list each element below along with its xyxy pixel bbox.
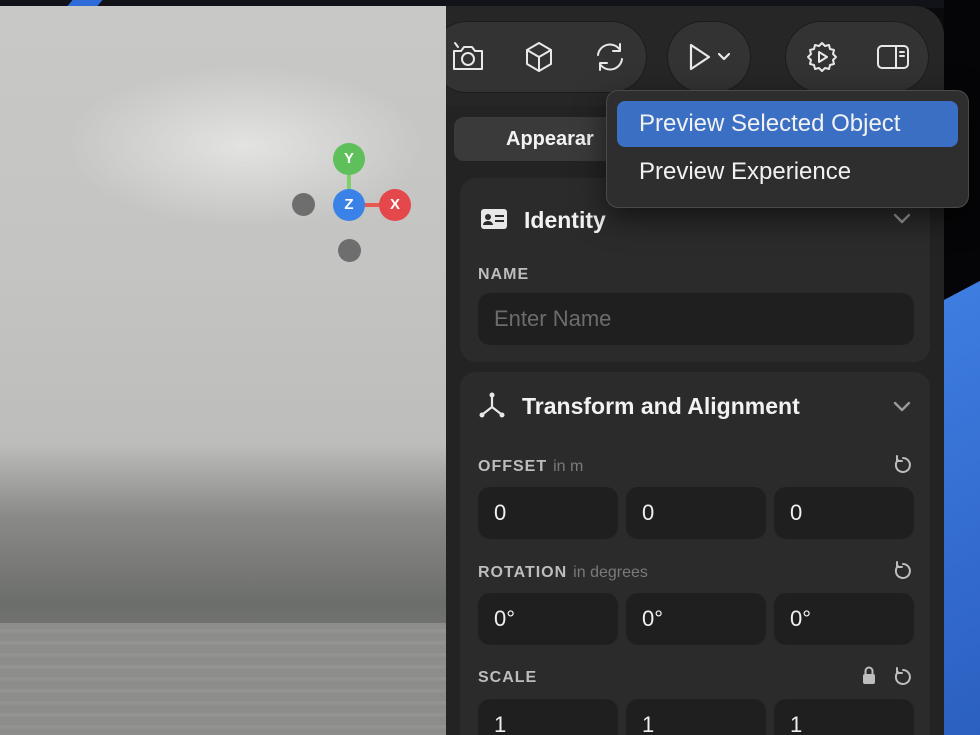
preview-play-button[interactable] — [668, 22, 750, 92]
settings-tools-group — [786, 22, 928, 92]
camera-icon — [452, 42, 483, 70]
scale-reset-icon[interactable] — [892, 666, 914, 688]
object-button[interactable] — [517, 35, 561, 79]
transform-collapse-chevron-icon[interactable] — [892, 400, 912, 414]
play-icon — [689, 43, 711, 71]
chevron-down-icon — [717, 52, 731, 61]
menu-item-preview-experience[interactable]: Preview Experience — [617, 149, 958, 195]
rotation-x-field[interactable]: 0° — [478, 593, 618, 645]
gear-icon — [806, 42, 837, 72]
toggle-inspector-button[interactable] — [871, 35, 915, 79]
tab-appearance[interactable]: Appearar — [506, 128, 594, 151]
rotation-unit: in degrees — [573, 564, 648, 581]
menu-item-preview-selected-object[interactable]: Preview Selected Object — [617, 101, 958, 147]
scale-label: SCALE — [478, 669, 538, 686]
preview-dropdown-menu: Preview Selected Object Preview Experien… — [606, 90, 969, 208]
name-label: NAME — [478, 266, 530, 283]
gizmo-handle-neg-y[interactable] — [338, 239, 361, 262]
scale-y-field[interactable]: 1 — [626, 699, 766, 735]
contact-card-icon — [481, 209, 507, 229]
offset-x-field[interactable]: 0 — [478, 487, 618, 539]
rotation-label: ROTATION in degrees — [478, 564, 648, 581]
view-tools-group — [446, 22, 646, 92]
scale-z-field[interactable]: 1 — [774, 699, 914, 735]
offset-unit: in m — [553, 458, 584, 475]
identity-collapse-chevron-icon[interactable] — [892, 212, 912, 226]
name-input[interactable]: Enter Name — [478, 293, 914, 345]
rotation-y-field[interactable]: 0° — [626, 593, 766, 645]
gizmo-z-handle[interactable]: Z — [333, 189, 365, 221]
sync-icon — [597, 43, 624, 71]
rotation-z-field[interactable]: 0° — [774, 593, 914, 645]
gizmo-y-handle[interactable]: Y — [333, 143, 365, 175]
offset-z-field[interactable]: 0 — [774, 487, 914, 539]
scene-floor — [0, 623, 446, 735]
identity-title: Identity — [524, 207, 606, 233]
transform-section: Transform and Alignment OFFSET in m 0 0 0… — [460, 372, 930, 735]
scale-x-field[interactable]: 1 — [478, 699, 618, 735]
sidebar-icon — [876, 45, 909, 69]
cube-icon — [525, 42, 552, 72]
scene-viewport[interactable] — [0, 6, 446, 735]
gizmo-handle-neg-x[interactable] — [292, 193, 315, 216]
lock-icon[interactable] — [860, 665, 878, 687]
offset-y-field[interactable]: 0 — [626, 487, 766, 539]
transform-axes-icon — [479, 392, 505, 418]
camera-button[interactable] — [446, 35, 490, 79]
offset-reset-icon[interactable] — [892, 454, 914, 476]
transform-title: Transform and Alignment — [522, 393, 800, 419]
rotation-reset-icon[interactable] — [892, 560, 914, 582]
gizmo-x-handle[interactable]: X — [379, 189, 411, 221]
sync-button[interactable] — [588, 35, 632, 79]
settings-button[interactable] — [800, 35, 844, 79]
offset-label: OFFSET in m — [478, 458, 584, 475]
